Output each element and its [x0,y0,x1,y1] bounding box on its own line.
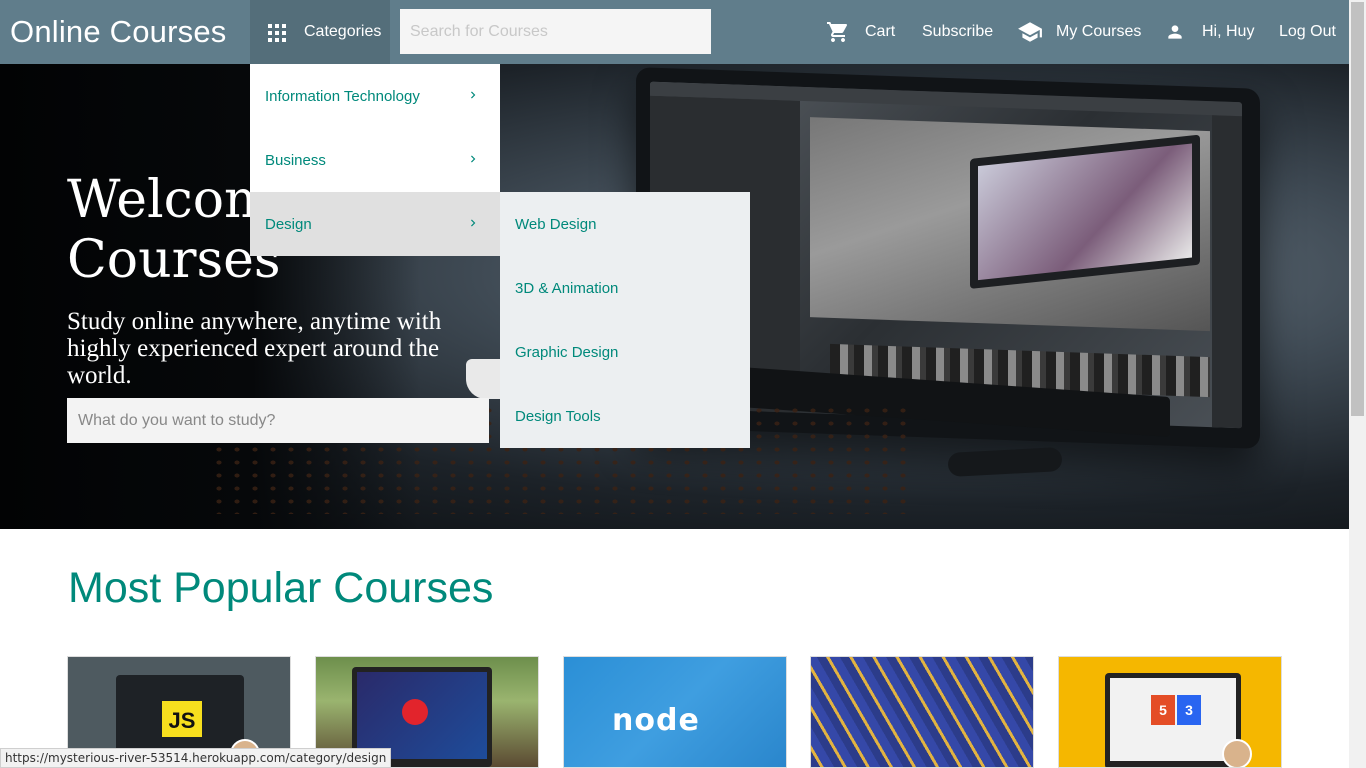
subscribe-link[interactable]: Subscribe [922,0,993,64]
user-profile-link[interactable]: Hi, Huy [1165,0,1254,64]
menu-item-label: Business [265,151,326,169]
menu-item-information-technology[interactable]: Information Technology [250,64,500,128]
graduation-cap-icon [1018,22,1042,42]
menu-item-design[interactable]: Design [250,192,500,256]
most-popular-heading: Most Popular Courses [68,564,494,612]
logout-link[interactable]: Log Out [1279,0,1336,64]
course-search-input[interactable] [400,9,711,54]
course-card-nodejs[interactable]: node [563,656,787,768]
person-icon [1168,25,1182,39]
menu-item-business[interactable]: Business [250,128,500,192]
course-card-networking[interactable] [810,656,1034,768]
css3-logo-icon: 3 [1177,695,1201,725]
brand-logo-text[interactable]: Online Courses [10,14,226,50]
submenu-item-3d-animation[interactable]: 3D & Animation [500,256,750,320]
network-cables-image [811,657,1033,767]
user-greeting: Hi, Huy [1202,23,1255,40]
my-courses-link[interactable]: My Courses [1017,0,1141,64]
chevron-right-icon [471,155,476,163]
hero-subtitle: Study online anywhere, anytime with high… [67,308,442,389]
submenu-item-web-design[interactable]: Web Design [500,192,750,256]
menu-item-label: Information Technology [265,87,420,105]
scrollbar-thumb[interactable] [1351,2,1364,416]
categories-dropdown: Information Technology Business Design [250,64,500,256]
instructor-avatar [1222,739,1252,767]
nodejs-logo-icon: node [612,703,700,738]
shopping-cart-icon [827,22,848,42]
cart-link[interactable]: Cart [826,0,895,64]
course-card-html-css[interactable]: 5 3 [1058,656,1282,768]
logout-label: Log Out [1279,23,1336,40]
subscribe-label: Subscribe [922,23,994,40]
page-scrollbar[interactable] [1349,0,1366,768]
submenu-item-design-tools[interactable]: Design Tools [500,384,750,448]
html5-logo-icon: 5 [1151,695,1175,725]
categories-button[interactable]: Categories [250,0,390,64]
javascript-logo-icon: JS [162,701,202,737]
menu-item-label: Design [265,215,312,233]
apps-grid-icon [268,24,286,42]
chevron-right-icon [471,91,476,99]
submenu-item-graphic-design[interactable]: Graphic Design [500,320,750,384]
chevron-right-icon [471,219,476,227]
hero-mouse-image [947,447,1063,477]
design-submenu: Web Design 3D & Animation Graphic Design… [500,192,750,448]
hero-study-search-input[interactable] [67,398,489,443]
top-navbar: Online Courses Categories Cart Subscribe… [0,0,1349,64]
java-duke-icon [402,699,428,725]
categories-label: Categories [304,23,382,40]
my-courses-label: My Courses [1056,23,1142,40]
cart-label: Cart [865,23,896,40]
browser-status-url: https://mysterious-river-53514.herokuapp… [0,748,392,768]
